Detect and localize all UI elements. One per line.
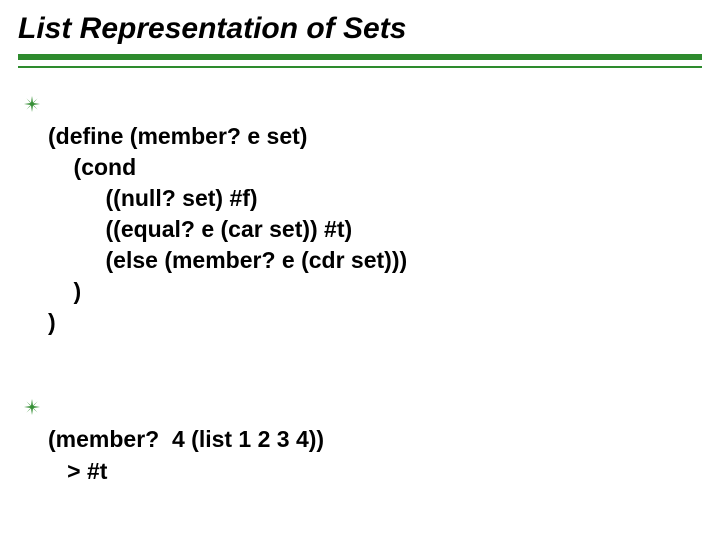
code-line: ) <box>48 278 81 304</box>
slide: List Representation of Sets <box>0 0 720 540</box>
code-line: ((null? set) #f) <box>48 185 258 211</box>
code-line: ((equal? e (car set)) #t) <box>48 216 352 242</box>
burst-icon <box>24 399 40 415</box>
code-block-2: (member? 4 (list 1 2 3 4)) > #t <box>48 393 324 517</box>
title-rule-thick <box>18 54 702 60</box>
code-line: ) <box>48 309 56 335</box>
slide-title: List Representation of Sets <box>18 12 702 46</box>
code-line: (define (member? e set) <box>48 123 307 149</box>
code-line: (else (member? e (cdr set))) <box>48 247 407 273</box>
bullet-block-2: (member? 4 (list 1 2 3 4)) > #t <box>24 393 702 517</box>
code-line: (cond <box>48 154 136 180</box>
title-rule-thin <box>18 66 702 68</box>
code-line: (member? 4 (list 1 2 3 4)) <box>48 426 324 452</box>
burst-icon <box>24 96 40 112</box>
content-area: (define (member? e set) (cond ((null? se… <box>18 90 702 518</box>
bullet-block-1: (define (member? e set) (cond ((null? se… <box>24 90 702 369</box>
code-line: > #t <box>48 458 107 484</box>
code-block-1: (define (member? e set) (cond ((null? se… <box>48 90 407 369</box>
